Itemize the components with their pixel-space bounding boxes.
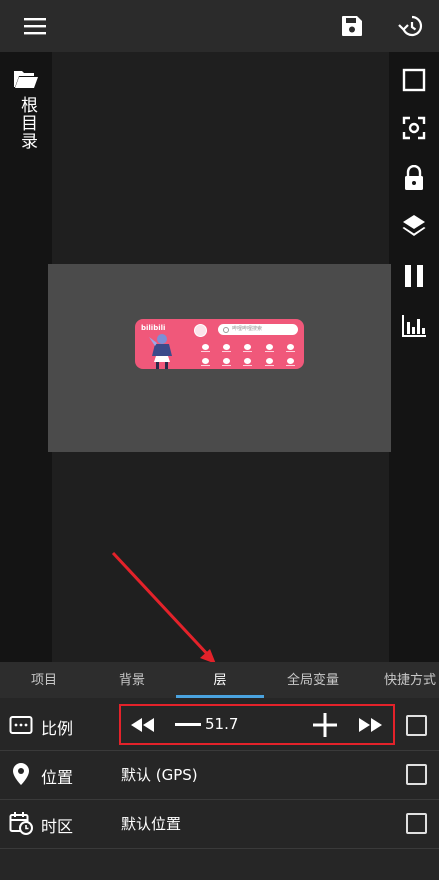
top-app-bar xyxy=(0,0,439,52)
tab-project[interactable]: 项目 xyxy=(0,662,88,698)
history-icon[interactable] xyxy=(393,8,429,44)
scale-stepper: 51.7 xyxy=(119,704,395,745)
save-icon[interactable] xyxy=(334,8,370,44)
widget-shortcut-grid xyxy=(195,341,301,369)
tab-background[interactable]: 背景 xyxy=(88,662,176,698)
pause-icon[interactable] xyxy=(398,260,430,292)
layers-icon[interactable] xyxy=(398,210,430,242)
scale-label: 比例 xyxy=(41,719,74,738)
bar-chart-icon[interactable] xyxy=(398,310,430,342)
divider xyxy=(0,848,439,849)
timezone-label: 时区 xyxy=(41,817,74,836)
lock-icon[interactable] xyxy=(398,162,430,194)
anime-figure-image xyxy=(149,334,172,369)
scale-icon xyxy=(9,713,33,737)
folder-open-icon[interactable] xyxy=(13,68,39,90)
location-pin-icon xyxy=(9,762,33,786)
position-value[interactable]: 默认 (GPS) xyxy=(121,764,198,785)
position-row[interactable]: 位置 默认 (GPS) xyxy=(0,749,439,799)
tab-global-variables[interactable]: 全局变量 xyxy=(264,662,362,698)
annotation-arrow xyxy=(111,551,216,664)
timezone-value[interactable]: 默认位置 xyxy=(121,813,181,834)
position-checkbox[interactable] xyxy=(406,764,427,785)
scale-checkbox[interactable] xyxy=(406,715,427,736)
menu-icon[interactable] xyxy=(17,8,53,44)
tab-shortcuts[interactable]: 快捷方式 xyxy=(370,662,439,698)
timezone-checkbox[interactable] xyxy=(406,813,427,834)
root-directory-label[interactable]: 根目录 xyxy=(12,96,40,150)
calendar-clock-icon xyxy=(9,811,33,835)
square-outline-icon[interactable] xyxy=(398,64,430,96)
tab-bar: 项目 背景 层 全局变量 快捷方式 xyxy=(0,662,439,698)
widget-search-bar: 哔哩哔哩搜索 xyxy=(218,324,298,335)
right-toolbar xyxy=(389,52,439,662)
widget-preview[interactable]: bilibili 哔哩哔哩搜索 xyxy=(135,319,304,369)
tab-layer[interactable]: 层 xyxy=(176,662,264,698)
avatar xyxy=(194,324,207,337)
scale-value[interactable]: 51.7 xyxy=(205,715,285,733)
position-label: 位置 xyxy=(41,768,74,787)
decrease-button[interactable] xyxy=(170,708,206,742)
fast-decrease-button[interactable] xyxy=(124,708,160,742)
timezone-row[interactable]: 时区 默认位置 xyxy=(0,798,439,848)
increase-button[interactable] xyxy=(307,708,343,742)
widget-logo: bilibili xyxy=(141,324,166,332)
fast-increase-button[interactable] xyxy=(353,708,389,742)
focus-icon[interactable] xyxy=(398,112,430,144)
